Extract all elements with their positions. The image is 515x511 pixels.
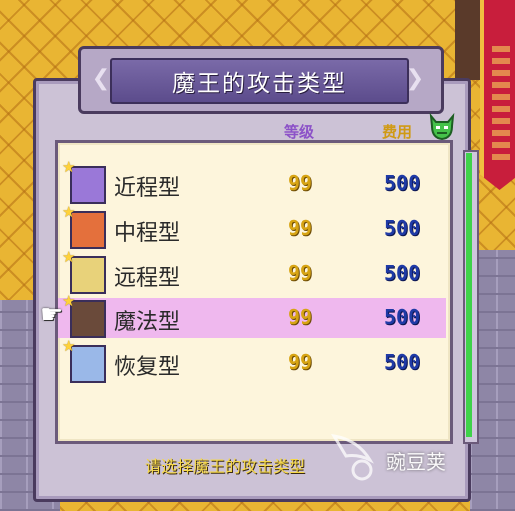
column-header-level: 等级 <box>284 123 315 141</box>
pointing-hand-cursor-icon: ☛ <box>40 300 64 330</box>
banner-decoration <box>492 40 510 160</box>
cost-value: 500 <box>384 216 421 240</box>
attack-type-label: 恢复型 <box>114 355 181 380</box>
cost-value: 500 <box>384 305 421 329</box>
scrollbar-thumb[interactable] <box>466 153 472 437</box>
star-icon: ★ <box>62 337 76 355</box>
column-header-cost: 费用 <box>382 123 413 141</box>
list-item[interactable]: ★ 恢复型 99 500 <box>58 337 446 383</box>
instruction-text: 请选择魔王的攻击类型 <box>145 457 306 476</box>
attack-type-label: 远程型 <box>114 266 181 291</box>
cost-value: 500 <box>384 171 421 195</box>
list-item-selected[interactable]: ★ 魔法型 99 500 <box>58 292 446 338</box>
star-icon: ★ <box>62 158 76 176</box>
cost-value: 500 <box>384 350 421 374</box>
list-item[interactable]: ★ 近程型 99 500 <box>58 158 446 204</box>
level-value: 99 <box>288 171 313 195</box>
level-value: 99 <box>288 216 313 240</box>
level-value: 99 <box>288 261 313 285</box>
list-item[interactable]: ★ 中程型 99 500 <box>58 203 446 249</box>
level-value: 99 <box>288 305 313 329</box>
star-icon: ★ <box>62 248 76 266</box>
list-item[interactable]: ★ 远程型 99 500 <box>58 248 446 294</box>
attack-type-label: 魔法型 <box>114 310 181 335</box>
watermark-text: 豌豆荚 <box>386 450 446 474</box>
cost-value: 500 <box>384 261 421 285</box>
watermark-logo-icon <box>331 433 374 481</box>
green-demon-icon <box>429 112 455 141</box>
attack-type-label: 中程型 <box>114 221 181 246</box>
star-icon: ★ <box>62 203 76 221</box>
attack-type-label: 近程型 <box>114 176 181 201</box>
level-value: 99 <box>288 350 313 374</box>
dialog-title: 魔王的攻击类型 <box>110 58 409 104</box>
